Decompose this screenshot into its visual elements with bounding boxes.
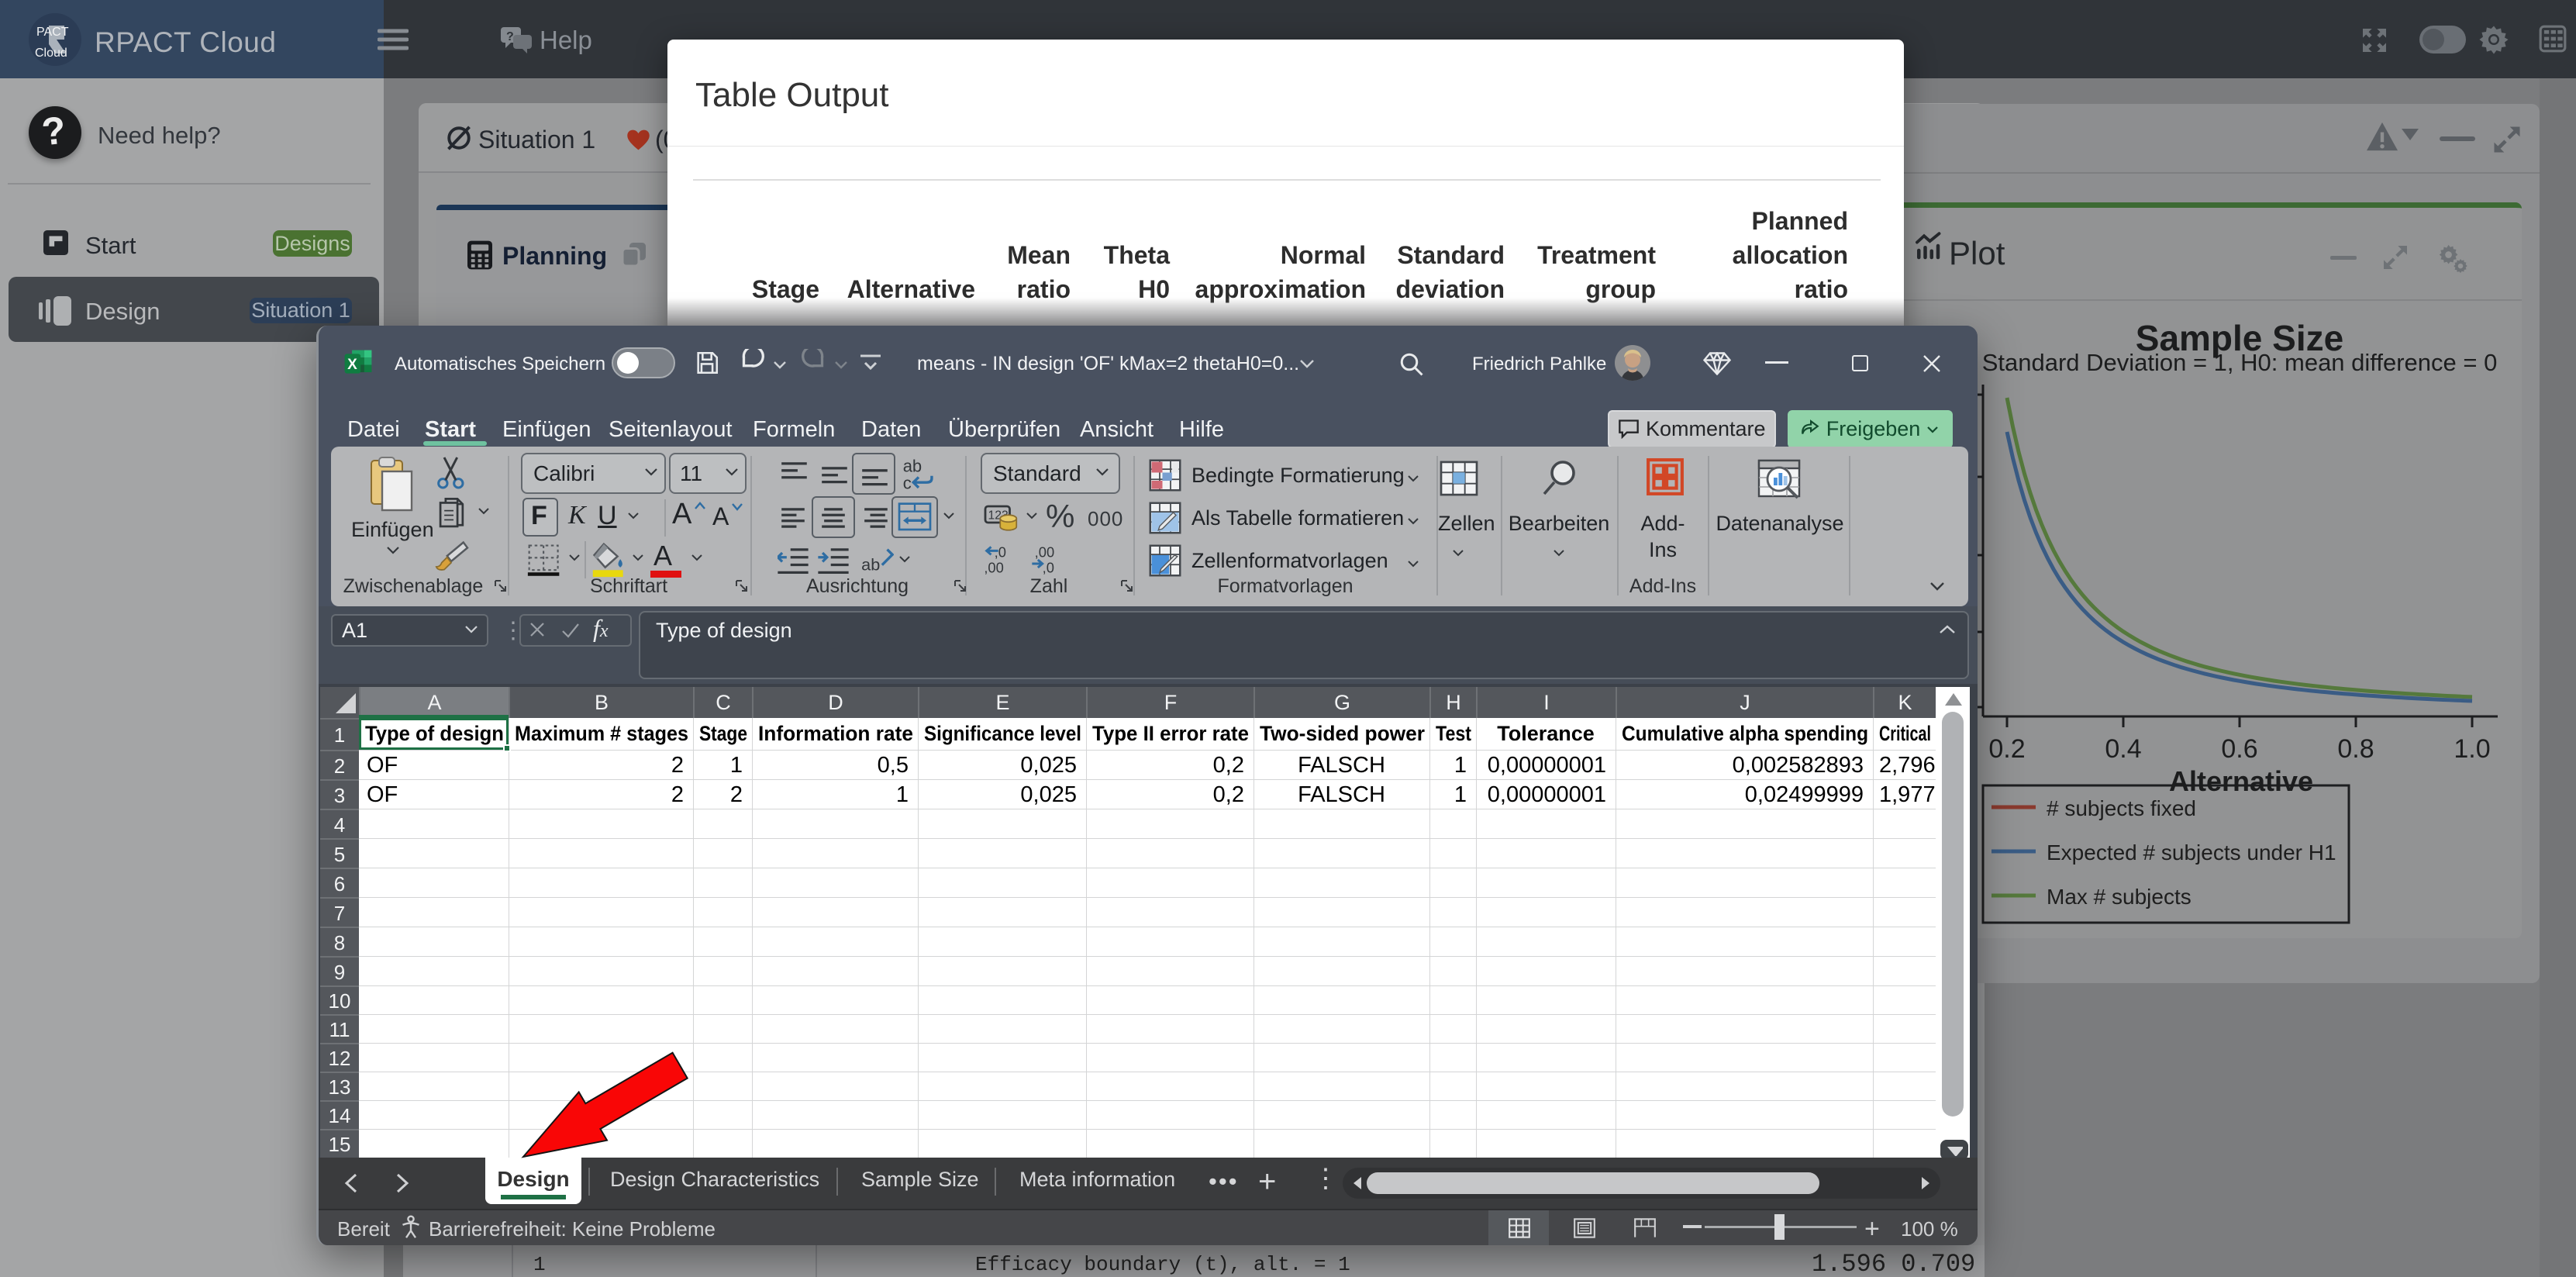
svg-text:,0: ,0 (1043, 560, 1054, 575)
svg-text:0.6: 0.6 (2221, 734, 2257, 764)
svg-text:,00: ,00 (984, 560, 1003, 575)
svg-text:X: X (347, 357, 357, 373)
svg-text:0.2: 0.2 (1988, 734, 2025, 764)
svg-text:1.0: 1.0 (2454, 734, 2490, 764)
svg-text:Expected # subjects under H1: Expected # subjects under H1 (2047, 840, 2336, 865)
svg-text:c: c (903, 474, 912, 492)
svg-text:Standard Deviation = 1, H0: me: Standard Deviation = 1, H0: mean differe… (1982, 349, 2498, 376)
svg-text:Max # subjects: Max # subjects (2047, 885, 2191, 909)
svg-text:,00: ,00 (1035, 544, 1054, 561)
svg-text:0.8: 0.8 (2337, 734, 2374, 764)
svg-text:,0: ,0 (995, 544, 1006, 561)
svg-text:PACT: PACT (36, 26, 69, 39)
svg-text:?: ? (506, 30, 514, 43)
svg-text:# subjects fixed: # subjects fixed (2047, 796, 2196, 820)
svg-text:Alternative: Alternative (2169, 765, 2313, 797)
svg-text:ab: ab (861, 554, 880, 574)
svg-text:Cloud: Cloud (35, 47, 67, 60)
svg-text:0.4: 0.4 (2105, 734, 2141, 764)
